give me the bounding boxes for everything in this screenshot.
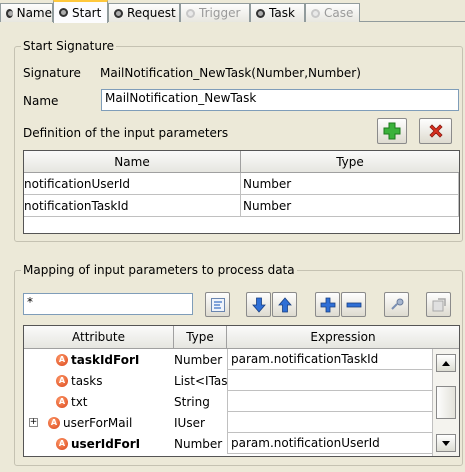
table-row[interactable]: A tasks List<ITas <box>24 370 434 391</box>
scroll-up-button[interactable] <box>436 354 456 372</box>
attribute-cell: A txt <box>24 391 174 412</box>
type-cell: Number <box>174 436 223 451</box>
red-x-icon <box>428 124 443 138</box>
tab-name[interactable]: Name <box>0 3 53 22</box>
tab-label: Start <box>72 5 102 20</box>
attribute-cell: + A userForMail <box>24 412 174 433</box>
attribute-icon: A <box>48 416 60 429</box>
move-up-button[interactable] <box>272 292 297 317</box>
remove-icon <box>346 302 361 307</box>
type-cell: IUser <box>174 415 205 430</box>
tab-bullet-icon <box>256 8 265 18</box>
tree-search-icon <box>210 297 225 312</box>
add-icon <box>320 297 335 312</box>
column-header-expression[interactable]: Expression <box>227 326 459 349</box>
attribute-icon: A <box>56 437 68 450</box>
column-header-name[interactable]: Name <box>24 151 241 173</box>
mapping-table: Attribute Type Expression A taskIdForI N… <box>23 325 460 457</box>
attribute-cell: A tasks <box>24 370 174 391</box>
expression-cell[interactable]: param.notificationUserId <box>227 433 434 454</box>
attribute-name: tasks <box>71 373 103 388</box>
tab-trigger[interactable]: Trigger <box>180 3 250 22</box>
tab-task[interactable]: Task <box>250 3 305 22</box>
tab-label: Task <box>269 6 295 20</box>
attribute-icon: A <box>56 353 68 366</box>
params-definition-label: Definition of the input parameters <box>23 126 229 140</box>
group-title: Start Signature <box>21 39 117 53</box>
column-header-type[interactable]: Type <box>241 151 459 173</box>
tab-bullet-icon <box>186 8 195 18</box>
attribute-icon: A <box>56 395 68 408</box>
tab-label: Trigger <box>199 6 241 20</box>
type-cell: List<ITas <box>174 373 227 388</box>
filter-input[interactable]: * <box>23 293 193 315</box>
tab-start[interactable]: Start <box>53 0 108 23</box>
scroll-down-arrow-icon <box>442 440 450 446</box>
name-field[interactable]: MailNotification_NewTask <box>101 89 459 111</box>
disabled-tool-icon <box>432 297 446 311</box>
tab-label: Case <box>324 6 354 20</box>
parameter-name-cell[interactable]: notificationUserId <box>24 173 241 195</box>
add-parameter-button[interactable] <box>377 118 407 144</box>
table-row[interactable]: A userIdForI Number param.notificationUs… <box>24 433 434 454</box>
remove-mapping-button[interactable] <box>341 292 366 317</box>
add-mapping-button[interactable] <box>315 292 340 317</box>
scroll-down-button[interactable] <box>436 434 456 452</box>
group-title: Mapping of input parameters to process d… <box>21 263 297 277</box>
name-label: Name <box>23 94 59 108</box>
attribute-icon: A <box>56 374 68 387</box>
tab-bar: Name Start Request Trigger Task Case <box>0 0 465 23</box>
type-cell: String <box>174 394 210 409</box>
expression-cell[interactable] <box>227 370 434 391</box>
table-row[interactable]: A taskIdForI Number param.notificationTa… <box>24 349 434 370</box>
table-row[interactable]: A txt String <box>24 391 434 412</box>
tab-label: Name <box>16 6 52 20</box>
table-row[interactable]: + A userForMail IUser <box>24 412 434 433</box>
tab-request[interactable]: Request <box>108 3 180 22</box>
type-cell: Number <box>174 352 223 367</box>
attribute-name: txt <box>71 394 88 409</box>
tab-label: Request <box>127 6 176 20</box>
tab-bullet-icon <box>311 8 320 18</box>
expression-cell[interactable] <box>227 412 434 433</box>
scroll-thumb[interactable] <box>436 386 456 419</box>
remove-parameter-button[interactable] <box>419 118 452 144</box>
link-button[interactable] <box>384 292 409 317</box>
parameter-type-cell[interactable]: Number <box>241 195 459 217</box>
parameter-type-cell[interactable]: Number <box>241 173 459 195</box>
move-down-button[interactable] <box>246 292 271 317</box>
expand-plus-icon[interactable]: + <box>29 418 38 427</box>
green-plus-icon <box>383 122 401 140</box>
tab-bullet-icon <box>6 8 13 18</box>
input-parameters-table: Name Type notificationUserId Number noti… <box>23 150 460 234</box>
attribute-name: userForMail <box>63 415 133 430</box>
tab-bullet-icon <box>114 8 123 18</box>
column-header-type[interactable]: Type <box>174 326 227 349</box>
tree-search-button[interactable] <box>205 292 230 317</box>
attribute-cell: A userIdForI <box>24 433 174 454</box>
move-down-icon <box>251 297 266 313</box>
parameter-name-cell[interactable]: notificationTaskId <box>24 195 241 217</box>
attribute-cell: A taskIdForI <box>24 349 174 370</box>
tab-bullet-icon <box>59 8 68 17</box>
column-header-attribute[interactable]: Attribute <box>24 326 174 349</box>
signature-value: MailNotification_NewTask(Number,Number) <box>100 66 361 80</box>
move-up-icon <box>277 296 292 312</box>
scroll-up-arrow-icon <box>442 360 450 366</box>
link-icon <box>390 298 403 310</box>
vertical-scrollbar[interactable] <box>432 349 459 456</box>
tab-case[interactable]: Case <box>305 3 360 22</box>
attribute-name: userIdForI <box>71 436 141 451</box>
expression-cell[interactable] <box>227 391 434 412</box>
expression-cell[interactable]: param.notificationTaskId <box>227 349 434 370</box>
disabled-tool-button[interactable] <box>426 292 451 317</box>
attribute-name: taskIdForI <box>71 352 140 367</box>
signature-label: Signature <box>23 66 81 80</box>
